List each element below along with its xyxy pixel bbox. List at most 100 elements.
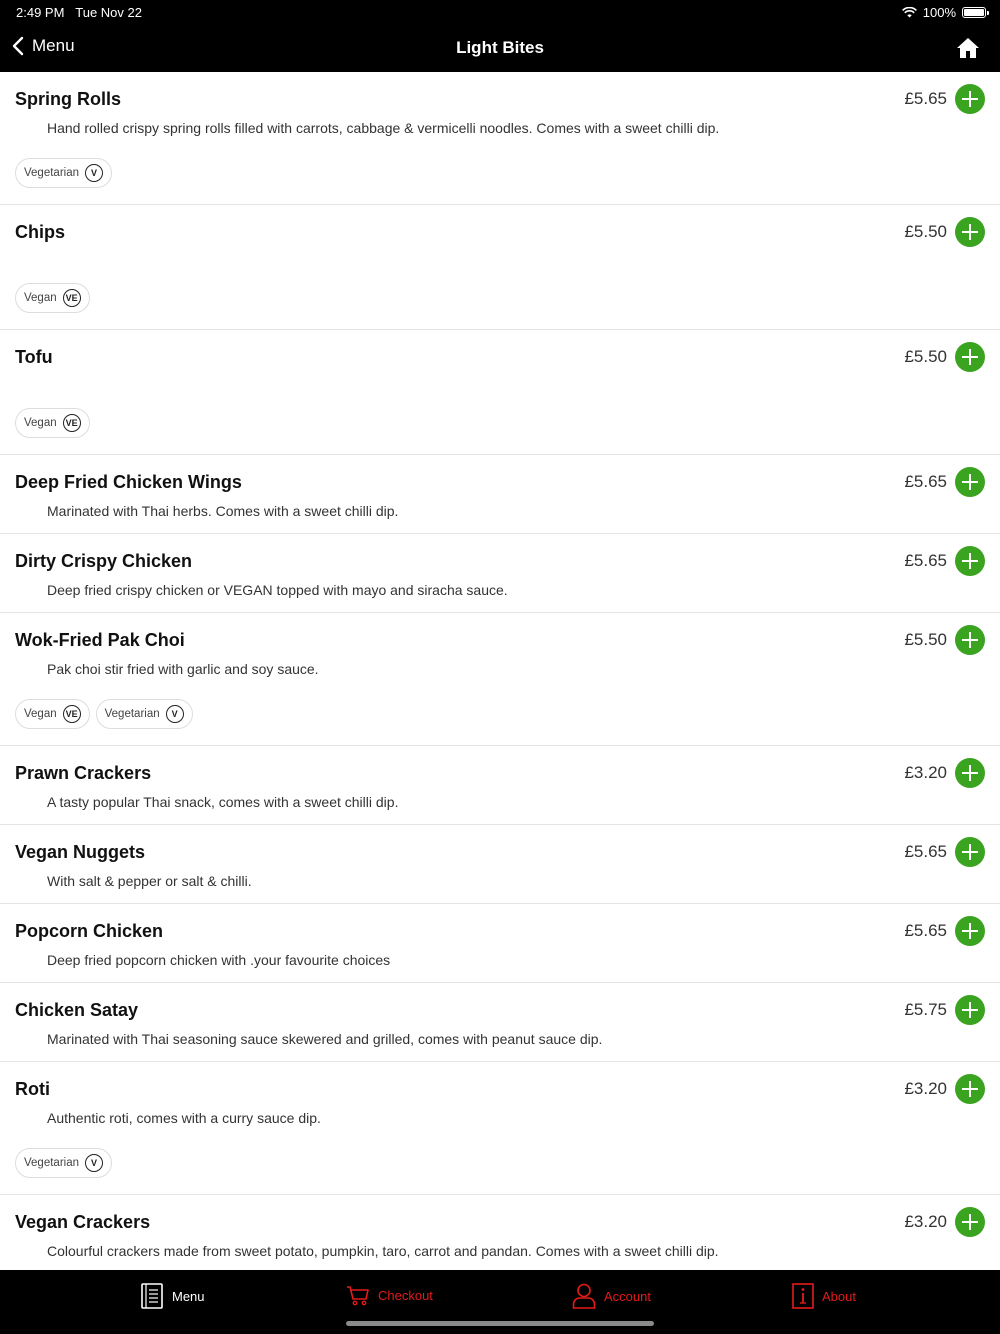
menu-item-description: Deep fried popcorn chicken with .your fa… xyxy=(47,952,391,968)
tab-about[interactable]: About xyxy=(792,1283,856,1309)
price-wrap: £5.50 xyxy=(904,342,985,372)
menu-item-header: Chips £5.50 xyxy=(15,217,985,247)
menu-item-header: Wok-Fried Pak Choi £5.50 xyxy=(15,625,985,655)
add-to-order-button[interactable] xyxy=(955,467,985,497)
dietary-tag-label: Vegan xyxy=(24,292,57,304)
menu-item[interactable]: Chips £5.50 Vegan VE xyxy=(0,205,1000,330)
menu-item-header: Chicken Satay £5.75 xyxy=(15,995,985,1025)
menu-item-price: £5.50 xyxy=(904,347,947,366)
menu-item[interactable]: Vegan Nuggets £5.65 With salt & pepper or … xyxy=(0,825,1000,904)
menu-item[interactable]: Wok-Fried Pak Choi £5.50 Pak choi stir fri… xyxy=(0,613,1000,746)
battery-icon xyxy=(962,7,989,18)
menu-item-price: £5.50 xyxy=(904,222,947,241)
menu-item-description: Hand rolled crispy spring rolls filled w… xyxy=(47,120,720,136)
tab-checkout-label: Checkout xyxy=(378,1287,433,1303)
menu-item[interactable]: Dirty Crispy Chicken £5.65 Deep fried cris… xyxy=(0,534,1000,613)
price-wrap: £5.65 xyxy=(904,467,985,497)
menu-item-description: Pak choi stir fried with garlic and soy … xyxy=(47,661,319,677)
menu-item[interactable]: Chicken Satay £5.75 Marinated with Thai se… xyxy=(0,983,1000,1062)
menu-item-description: Deep fried crispy chicken or VEGAN toppe… xyxy=(47,582,508,598)
price-wrap: £5.65 xyxy=(904,916,985,946)
dietary-tag: Vegan VE xyxy=(15,408,90,438)
home-indicator xyxy=(346,1321,654,1326)
menu-item-name: Popcorn Chicken xyxy=(15,920,164,941)
status-bar: 2:49 PM Tue Nov 22 100% xyxy=(0,0,1000,24)
price-wrap: £5.50 xyxy=(904,625,985,655)
menu-item-name: Chicken Satay xyxy=(15,999,139,1020)
tab-menu[interactable]: Menu xyxy=(140,1283,205,1309)
menu-item-price: £5.50 xyxy=(904,630,947,649)
menu-item-header: Vegan Nuggets £5.65 xyxy=(15,837,985,867)
dietary-tag: Vegetarian V xyxy=(15,1148,112,1178)
menu-item-description: A tasty popular Thai snack, comes with a… xyxy=(47,794,399,810)
dietary-tag: Vegetarian V xyxy=(15,158,112,188)
menu-item-price: £5.75 xyxy=(904,1000,947,1019)
price-wrap: £5.65 xyxy=(904,837,985,867)
dietary-tag-label: Vegan xyxy=(24,417,57,429)
add-to-order-button[interactable] xyxy=(955,995,985,1025)
add-to-order-button[interactable] xyxy=(955,1074,985,1104)
price-wrap: £5.50 xyxy=(904,217,985,247)
menu-item-price: £3.20 xyxy=(904,763,947,782)
tab-account[interactable]: Account xyxy=(572,1283,651,1309)
menu-item-name: Tofu xyxy=(15,346,53,367)
menu-item[interactable]: Prawn Crackers £3.20 A tasty popular Thai … xyxy=(0,746,1000,825)
menu-item[interactable]: Vegan Crackers £3.20 Colourful crackers ma… xyxy=(0,1195,1000,1270)
price-wrap: £3.20 xyxy=(904,1207,985,1237)
page-title: Light Bites xyxy=(456,38,544,57)
nav-bar: Menu Light Bites xyxy=(0,24,1000,72)
menu-item-name: Wok-Fried Pak Choi xyxy=(15,629,185,650)
menu-item-description: With salt & pepper or salt & chilli. xyxy=(47,873,252,889)
menu-item[interactable]: Popcorn Chicken £5.65 Deep fried popcorn c… xyxy=(0,904,1000,983)
dietary-tag-label: Vegetarian xyxy=(24,1157,79,1169)
menu-item[interactable]: Deep Fried Chicken Wings £5.65 Marinated w… xyxy=(0,455,1000,534)
menu-item-name: Roti xyxy=(15,1078,50,1099)
tab-checkout[interactable]: Checkout xyxy=(346,1283,433,1307)
tab-about-label: About xyxy=(822,1288,856,1304)
menu-item-price: £5.65 xyxy=(904,551,947,570)
menu-item-header: Prawn Crackers £3.20 xyxy=(15,758,985,788)
dietary-badge-icon: VE xyxy=(62,414,81,432)
menu-item-name: Chips xyxy=(15,221,66,242)
dietary-badge-icon: VE xyxy=(62,289,81,307)
dietary-tag: Vegan VE xyxy=(15,283,90,313)
menu-item[interactable]: Roti £3.20 Authentic roti, comes with a cu… xyxy=(0,1062,1000,1195)
add-to-order-button[interactable] xyxy=(955,217,985,247)
add-to-order-button[interactable] xyxy=(955,837,985,867)
wifi-icon xyxy=(901,7,917,18)
home-button[interactable] xyxy=(956,36,980,60)
menu-item[interactable]: Tofu £5.50 Vegan VE xyxy=(0,330,1000,455)
menu-item-description: Marinated with Thai herbs. Comes with a … xyxy=(47,503,399,519)
menu-item-price: £5.65 xyxy=(904,842,947,861)
tab-account-label: Account xyxy=(604,1288,651,1304)
price-wrap: £5.75 xyxy=(904,995,985,1025)
menu-item-header: Popcorn Chicken £5.65 xyxy=(15,916,985,946)
add-to-order-button[interactable] xyxy=(955,1207,985,1237)
dietary-tag-label: Vegan xyxy=(24,708,57,720)
dietary-tag: Vegan VE xyxy=(15,699,90,729)
add-to-order-button[interactable] xyxy=(955,758,985,788)
menu-item-name: Dirty Crispy Chicken xyxy=(15,550,193,571)
menu-item-header: Spring Rolls £5.65 xyxy=(15,84,985,114)
cart-icon xyxy=(347,1286,369,1306)
dietary-badge-icon: VE xyxy=(62,705,81,723)
dietary-tags: Vegan VE Vegetarian V xyxy=(15,699,985,729)
add-to-order-button[interactable] xyxy=(955,546,985,576)
menu-list: Spring Rolls £5.65 Hand rolled crispy spri… xyxy=(0,72,1000,1270)
dietary-tag: Vegetarian V xyxy=(95,699,193,729)
menu-item-name: Vegan Nuggets xyxy=(15,841,146,862)
add-to-order-button[interactable] xyxy=(955,342,985,372)
dietary-tags: Vegetarian V xyxy=(15,158,985,188)
battery-percent: 100% xyxy=(922,5,956,20)
menu-item[interactable]: Spring Rolls £5.65 Hand rolled crispy spri… xyxy=(0,72,1000,205)
user-icon xyxy=(572,1283,596,1309)
add-to-order-button[interactable] xyxy=(955,625,985,655)
home-icon xyxy=(957,38,979,58)
price-wrap: £5.65 xyxy=(904,546,985,576)
menu-item-header: Vegan Crackers £3.20 xyxy=(15,1207,985,1237)
add-to-order-button[interactable] xyxy=(955,916,985,946)
dietary-tags: Vegan VE xyxy=(15,408,985,438)
add-to-order-button[interactable] xyxy=(955,84,985,114)
dietary-badge-icon: V xyxy=(85,164,103,182)
menu-item-header: Deep Fried Chicken Wings £5.65 xyxy=(15,467,985,497)
